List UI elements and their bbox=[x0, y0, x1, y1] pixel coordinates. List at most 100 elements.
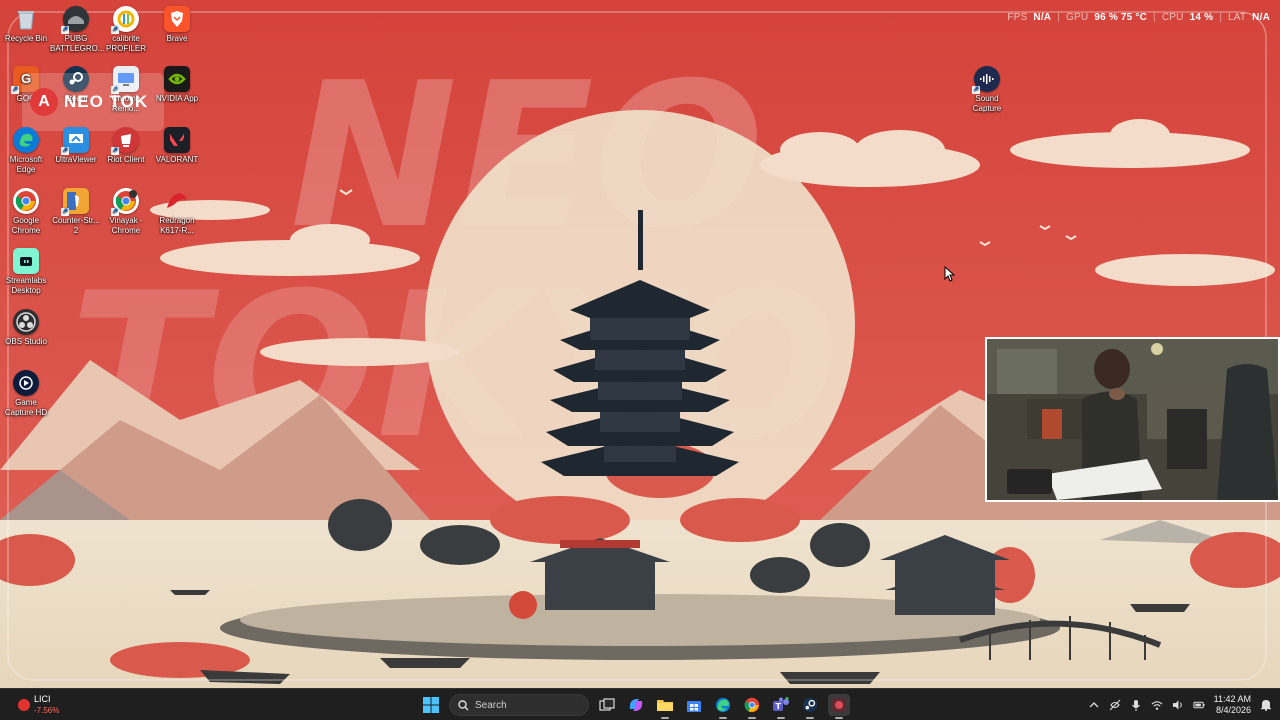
taskbar-search-box[interactable]: Search bbox=[449, 694, 589, 716]
svg-text:T: T bbox=[776, 702, 782, 711]
edge-icon bbox=[13, 127, 39, 153]
desktop-icon-label: PUBG BATTLEGRO... bbox=[50, 34, 105, 53]
edge-icon bbox=[715, 697, 731, 713]
desktop-icon-edge[interactable]: Microsoft Edge bbox=[0, 125, 52, 175]
taskbar-pinned-apps: Search T bbox=[420, 692, 850, 719]
desktop-icon-streamlabs[interactable]: Streamlabs Desktop bbox=[0, 246, 52, 296]
ultraviewer-icon: ↗ bbox=[61, 127, 89, 155]
clock-time: 11:42 AM bbox=[1213, 694, 1251, 704]
edge-taskbar-button[interactable] bbox=[712, 694, 734, 719]
fps-label: FPS bbox=[1007, 11, 1028, 23]
desktop-icon-valorant[interactable]: VALORANT bbox=[151, 125, 203, 165]
desktop-icon-label: Microsoft Edge bbox=[9, 155, 43, 174]
desktop-icon-sound-capture[interactable]: ↗ Sound Capture bbox=[961, 64, 1013, 114]
widgets-button[interactable]: LICI -7.56% bbox=[18, 693, 59, 717]
lat-label: LAT bbox=[1227, 11, 1247, 23]
desktop-icon-game-capture[interactable]: Game Capture HD bbox=[0, 368, 52, 418]
desktop-icon-label: OBS Studio bbox=[5, 337, 47, 346]
task-view-button[interactable] bbox=[596, 694, 618, 716]
desktop-icon-calibrite[interactable]: ↗ calibrite PROFILER bbox=[100, 4, 152, 54]
chrome-taskbar-button[interactable] bbox=[741, 694, 763, 719]
desktop-icon-label: Counter-Str... 2 bbox=[52, 216, 100, 235]
calibrite-icon: ↗ bbox=[111, 6, 139, 34]
stock-ticker-name: LICI bbox=[34, 694, 51, 704]
stock-ticker-change: -7.56% bbox=[34, 706, 60, 715]
search-placeholder: Search bbox=[475, 699, 507, 711]
desktop-icon-pubg[interactable]: ↗ PUBG BATTLEGRO... bbox=[50, 4, 105, 54]
desktop-icon-chrome-profile[interactable]: ↗ Vinayak - Chrome bbox=[100, 186, 152, 236]
overlay-separator: | bbox=[1219, 11, 1222, 23]
gpu-label: GPU bbox=[1066, 11, 1089, 23]
copilot-button[interactable] bbox=[625, 694, 647, 716]
speaker-icon bbox=[1172, 700, 1182, 710]
desktop-icon-label: Redragon K617-R... bbox=[159, 216, 195, 235]
microphone-button[interactable] bbox=[1130, 699, 1142, 711]
cpu-value: 14 % bbox=[1189, 11, 1214, 23]
teams-taskbar-button[interactable]: T bbox=[770, 694, 792, 719]
copilot-icon bbox=[629, 699, 643, 711]
volume-button[interactable] bbox=[1172, 699, 1184, 711]
windows-icon bbox=[423, 697, 439, 713]
recorder-icon bbox=[832, 698, 846, 712]
desktop-icon-ultraviewer[interactable]: ↗ UltraViewer bbox=[50, 125, 102, 165]
tray-app-button[interactable] bbox=[1109, 699, 1121, 711]
desktop-icon-label: Riot Client bbox=[107, 155, 145, 164]
steam-icon bbox=[802, 697, 818, 713]
desktop-icon-label: Google Chrome bbox=[11, 216, 41, 235]
show-hidden-icons-button[interactable] bbox=[1088, 699, 1100, 711]
desktop-icon-riot[interactable]: ↗ Riot Client bbox=[100, 125, 152, 165]
cs2-icon: ↗ bbox=[61, 188, 89, 216]
sound-capture-icon: ↗ bbox=[972, 66, 1000, 94]
desktop-icon-recycle-bin[interactable]: Recycle Bin bbox=[0, 4, 52, 44]
redragon-icon bbox=[164, 188, 190, 214]
game-capture-icon bbox=[13, 370, 39, 396]
teams-icon: T bbox=[773, 697, 789, 711]
chrome-profile-icon: ↗ bbox=[111, 188, 139, 216]
desktop-icon-brave[interactable]: Brave bbox=[151, 4, 203, 44]
search-icon bbox=[458, 699, 469, 710]
desktop-icon-redragon[interactable]: Redragon K617-R... bbox=[151, 186, 203, 236]
desktop-icon-label: VALORANT bbox=[155, 155, 199, 164]
desktop-icon-label: Vinayak - Chrome bbox=[109, 216, 143, 235]
neo-tokyo-logo-mark: A bbox=[30, 88, 58, 116]
system-tray: 11:42 AM 8/4/2026 bbox=[1088, 692, 1272, 718]
store-icon bbox=[687, 701, 701, 712]
gpu-value: 96 % 75 °C bbox=[1094, 11, 1148, 23]
battery-button[interactable] bbox=[1193, 699, 1205, 711]
chrome-icon bbox=[13, 188, 39, 214]
file-explorer-button[interactable] bbox=[654, 694, 676, 719]
fps-value: N/A bbox=[1033, 11, 1052, 23]
cpu-label: CPU bbox=[1161, 11, 1184, 23]
valorant-icon bbox=[164, 127, 190, 153]
taskbar-clock[interactable]: 11:42 AM 8/4/2026 bbox=[1214, 694, 1251, 716]
chevron-up-icon bbox=[1089, 702, 1099, 708]
wifi-button[interactable] bbox=[1151, 699, 1163, 711]
desktop-icon-label: Streamlabs Desktop bbox=[5, 276, 47, 295]
start-button[interactable] bbox=[420, 694, 442, 716]
mouse-cursor-icon bbox=[944, 265, 956, 282]
recycle-bin-icon bbox=[13, 6, 39, 32]
chrome-icon bbox=[744, 697, 760, 713]
desktop-icon-label: Sound Capture bbox=[972, 94, 1002, 113]
riot-icon: ↗ bbox=[111, 127, 139, 155]
taskbar: LICI -7.56% Search T 11:42 AM 8/4/2026 bbox=[0, 688, 1280, 720]
notifications-button[interactable] bbox=[1260, 699, 1272, 711]
recorder-taskbar-button[interactable] bbox=[828, 694, 850, 719]
microsoft-store-button[interactable] bbox=[683, 694, 705, 716]
desktop-icon-label: UltraViewer bbox=[55, 155, 97, 164]
desktop-icon-label: Game Capture HD bbox=[4, 398, 48, 417]
notification-bell-icon bbox=[1261, 700, 1271, 711]
clock-date: 8/4/2026 bbox=[1215, 705, 1251, 715]
desktop-icon-label: Recycle Bin bbox=[4, 34, 48, 43]
desktop-icon-obs[interactable]: OBS Studio bbox=[0, 307, 52, 347]
performance-overlay: FPS N/A | GPU 96 % 75 °C | CPU 14 % | LA… bbox=[1007, 10, 1270, 24]
obs-icon bbox=[13, 309, 39, 335]
microphone-icon bbox=[1131, 699, 1140, 711]
neo-tokyo-logo-text: NEO TOK bbox=[64, 92, 149, 111]
desktop-icon-cs2[interactable]: ↗ Counter-Str... 2 bbox=[50, 186, 102, 236]
nvidia-icon bbox=[164, 66, 190, 92]
stock-ticker-icon bbox=[18, 699, 30, 711]
steam-taskbar-button[interactable] bbox=[799, 694, 821, 719]
pubg-icon: ↗ bbox=[61, 6, 89, 34]
desktop-icon-chrome[interactable]: Google Chrome bbox=[0, 186, 52, 236]
